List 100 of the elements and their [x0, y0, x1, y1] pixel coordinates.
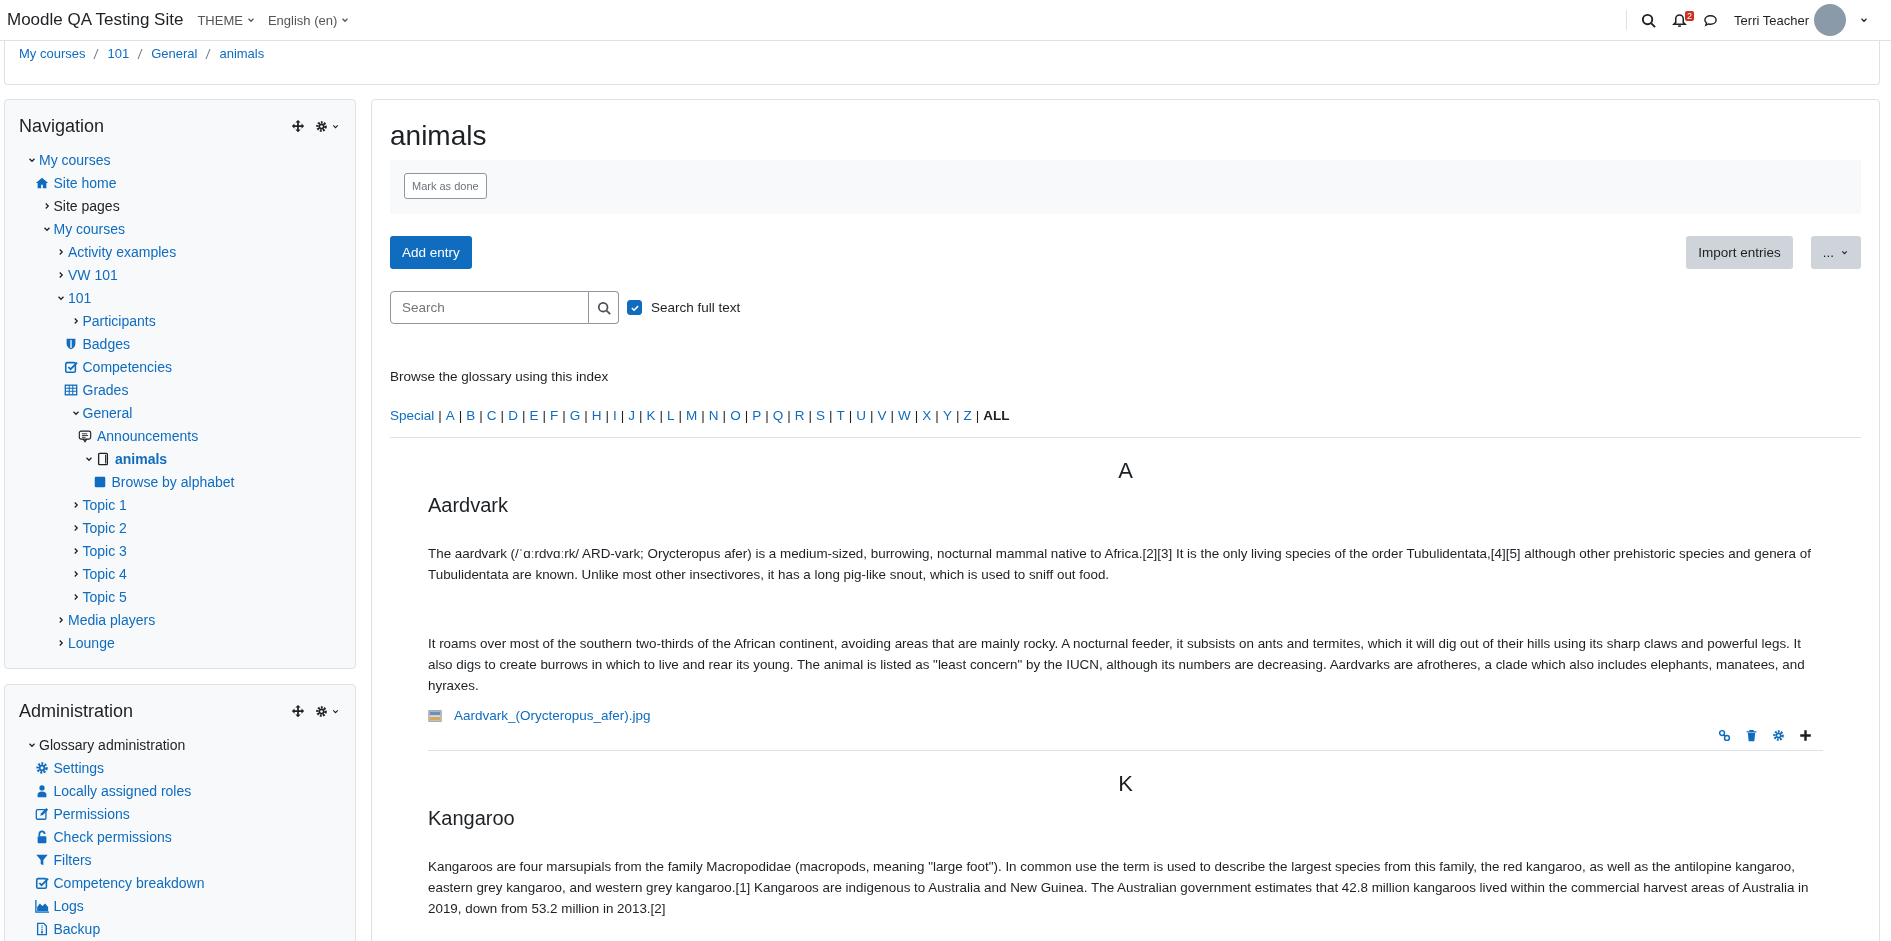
import-entries-button[interactable]: Import entries — [1686, 236, 1793, 269]
tree-link[interactable]: Media players — [68, 611, 156, 628]
tree-link[interactable]: Topic 4 — [82, 565, 127, 582]
tree-link[interactable]: animals — [115, 450, 168, 467]
tree-link[interactable]: VW 101 — [68, 266, 118, 283]
tree-link[interactable]: Check permissions — [53, 828, 172, 845]
tree-link[interactable]: Competencies — [82, 358, 172, 375]
search-field[interactable]: Search — [390, 291, 589, 324]
settings-icon — [315, 119, 328, 133]
tree-link[interactable]: Announcements — [97, 427, 199, 444]
tree-link[interactable]: General — [82, 404, 133, 421]
entry-paragraph: Kangaroos are four marsupials from the family Macropodidae (macropods, meaning "large foot"). In common use the term is used to describe the largest species from this family, the red kangaroo, as well as the antilopine kangaroo, eastern grey kangaroo, and western grey kangaroo.[1] Kangaroos are indigenous to Australia and New Guinea. The Australian government estimates that 42.8 million kangaroos lived within the commercial harvest areas of Australia in 2019, down from 53.2 million in 2013.[2] — [428, 858, 1810, 918]
tree-link[interactable]: Competency breakdown — [53, 874, 205, 891]
index-letter-link[interactable]: W — [898, 408, 911, 423]
tree-link[interactable]: 101 — [68, 289, 92, 306]
tree-link[interactable]: Grades — [82, 381, 129, 398]
index-letter-link[interactable]: Y — [942, 408, 952, 423]
index-letter-link[interactable]: E — [529, 408, 539, 423]
index-letter-link[interactable]: X — [922, 408, 932, 423]
page-title: animals — [390, 120, 488, 152]
tree-link[interactable]: Logs — [53, 897, 84, 914]
add-entry-button[interactable]: Add entry — [390, 236, 472, 269]
notification-count: 2 — [1685, 10, 1695, 21]
tree-label: Site pages — [53, 197, 120, 214]
entry-term: Aardvark — [428, 494, 510, 517]
breadcrumb-link[interactable]: 101 — [107, 46, 130, 61]
tree-link[interactable]: Permissions — [53, 805, 130, 822]
attachment-link[interactable]: Aardvark_(Orycteropus_afer).jpg — [454, 708, 651, 723]
index-letter-link[interactable]: B — [466, 408, 476, 423]
breadcrumb-link[interactable]: General — [151, 46, 198, 61]
index-letter-link[interactable]: Q — [772, 408, 784, 423]
tree-link[interactable]: Topic 2 — [82, 519, 127, 536]
dropdown-menu-link[interactable]: THEME — [197, 12, 256, 28]
breadcrumb-separator-icon — [205, 46, 212, 61]
breadcrumb-link[interactable]: animals — [219, 46, 265, 61]
tree-link[interactable]: My courses — [39, 151, 111, 168]
index-letter-link[interactable]: C — [486, 408, 497, 423]
tree-link[interactable]: Settings — [53, 759, 105, 776]
index-letter-link[interactable]: D — [508, 408, 518, 423]
tree-link[interactable]: Backup — [53, 920, 101, 937]
move-arrows-icon — [291, 704, 305, 718]
index-letter-link[interactable]: P — [752, 408, 762, 423]
separator: | — [438, 408, 442, 423]
index-letter-link[interactable]: J — [628, 408, 635, 423]
tree-link[interactable]: My courses — [53, 220, 126, 237]
index-letter-link[interactable]: K — [646, 408, 656, 423]
mark-as-done-button[interactable]: Mark as done — [404, 173, 487, 199]
search-icon — [1641, 12, 1657, 28]
site-name[interactable]: Moodle QA Testing Site — [7, 10, 184, 30]
tree-link[interactable]: Site home — [53, 174, 117, 191]
more-actions-button[interactable]: ... — [1810, 236, 1861, 269]
checkbox[interactable] — [627, 300, 642, 315]
index-letter-link[interactable]: R — [794, 408, 805, 423]
separator: | — [479, 408, 483, 423]
index-letter-link[interactable]: V — [877, 408, 887, 423]
search-button[interactable] — [589, 291, 619, 324]
index-letter-link[interactable]: Special — [390, 408, 435, 423]
index-caption: Browse the glossary using this index — [390, 369, 610, 384]
dropdown-menu-link[interactable]: English (en) — [267, 12, 351, 28]
separator: | — [542, 408, 546, 423]
entry-paragraph: It roams over most of the southern two-thirds of the African continent, avoiding areas that are mainly rocky. A nocturnal feeder, it subsists on ants and termites, which it will dig out of their hills using its sharp claws and powerful legs. It also digs to create burrows in which to live and rear its young. The animal is listed as "least concern" by the IUCN, although its numbers are decreasing. Aardvarks are afrotheres, a clade which also includes elephants, manatees, and hyraxes. — [428, 635, 1806, 695]
separator: | — [829, 408, 833, 423]
index-letter-link[interactable]: A — [445, 408, 455, 423]
speech-bubble-icon — [1703, 12, 1719, 28]
breadcrumb-link[interactable]: My courses — [19, 46, 86, 61]
image-file-icon — [428, 708, 442, 723]
tree-link[interactable]: Topic 5 — [82, 588, 127, 605]
index-letter-link[interactable]: S — [816, 408, 825, 423]
index-letter-link[interactable]: H — [591, 408, 602, 423]
caret-icon — [1840, 248, 1849, 257]
index-letter-link[interactable]: G — [569, 408, 581, 423]
letter-heading: K — [1117, 771, 1134, 797]
index-letter-link[interactable]: O — [730, 408, 741, 423]
index-letter-link[interactable]: F — [549, 408, 559, 423]
user-menu[interactable]: Terri Teacher — [1726, 4, 1869, 36]
index-letter-link[interactable]: T — [836, 408, 845, 423]
tree-link[interactable]: Filters — [53, 851, 92, 868]
tree-link[interactable]: Badges — [82, 335, 130, 352]
tree-link[interactable]: Topic 3 — [82, 542, 127, 559]
tree-link[interactable]: Locally assigned roles — [53, 782, 192, 799]
block-title: Navigation — [19, 115, 106, 137]
letter-heading: A — [1117, 458, 1134, 484]
tree-link[interactable]: Browse by alphabet — [111, 473, 235, 490]
index-letter-link[interactable]: I — [613, 408, 617, 423]
index-letter-link[interactable]: N — [708, 408, 719, 423]
index-letter-link[interactable]: Z — [963, 408, 972, 423]
chain-link-icon — [1718, 729, 1731, 742]
tree-link[interactable]: Topic 1 — [82, 496, 127, 513]
index-letter-link[interactable]: M — [686, 408, 698, 423]
tree-link[interactable]: Participants — [82, 312, 156, 329]
index-letter-link[interactable]: U — [856, 408, 867, 423]
separator: | — [722, 408, 727, 423]
index-letter-link[interactable]: L — [667, 408, 675, 423]
tree-link[interactable]: Activity examples — [68, 243, 177, 260]
document-icon — [34, 921, 49, 936]
separator: | — [620, 408, 625, 423]
tree-link[interactable]: Lounge — [68, 634, 115, 651]
separator: | — [744, 408, 749, 423]
notifications-button[interactable]: 2 — [1664, 8, 1696, 32]
funnel-icon — [34, 852, 49, 867]
